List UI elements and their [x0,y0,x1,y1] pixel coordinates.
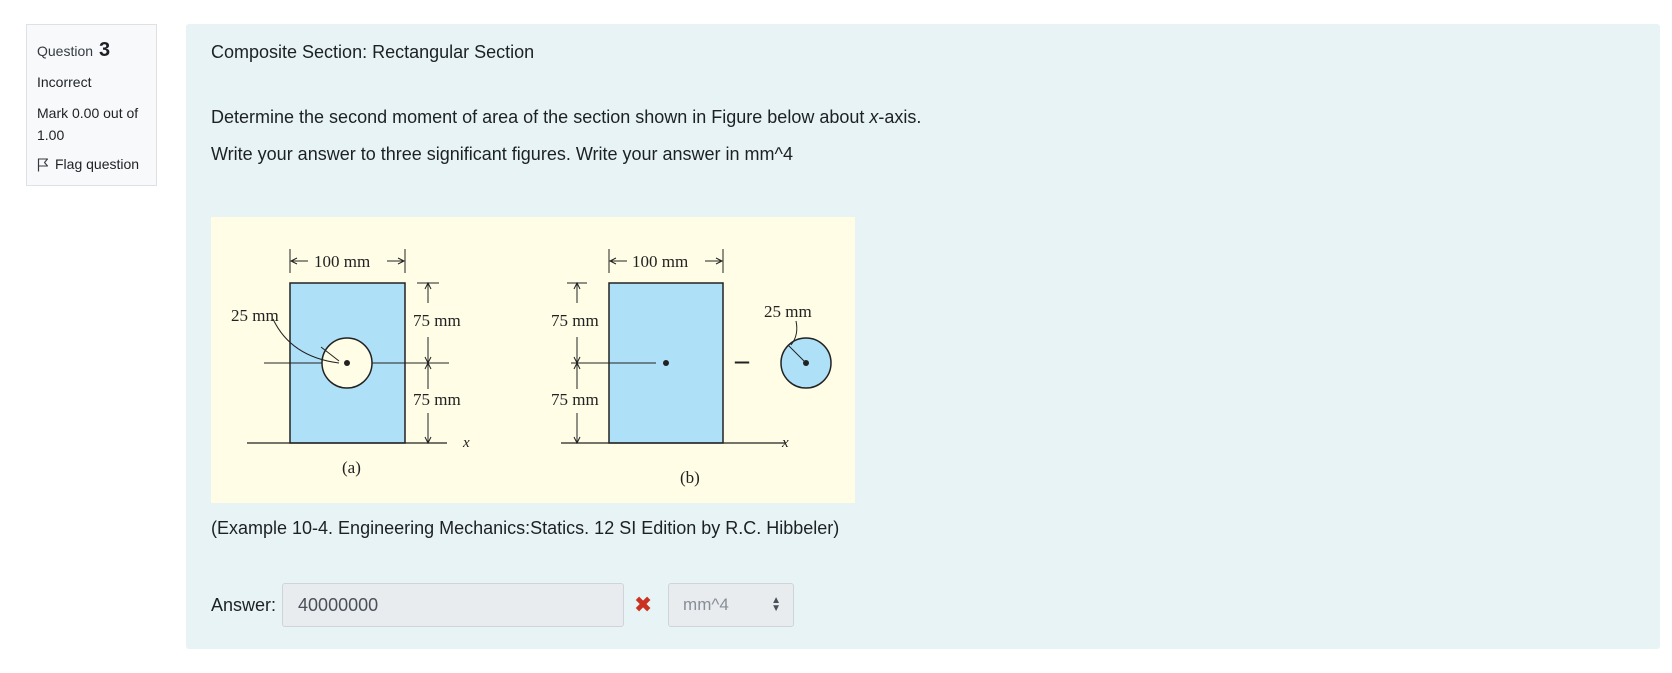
cross-icon: ✖ [633,592,653,617]
x-axis-label-b: x [781,435,789,451]
select-arrows-icon: ▲ ▼ [771,595,782,614]
unit-selected-value: mm^4 [683,595,729,614]
radius-dimension-b: 25 mm [764,302,812,321]
figure-b-label: (b) [680,468,700,487]
radius-dimension-a: 25 mm [231,306,279,325]
question-info-panel: Question 3 Incorrect Mark 0.00 out of 1.… [26,24,157,186]
minus-sign: – [734,345,750,376]
answer-input[interactable] [282,583,625,627]
previous-text-fragment [0,0,1672,8]
width-dimension-b: 100 mm [632,252,688,271]
flag-question-button[interactable]: Flag question [37,154,146,176]
question-text-2: Write your answer to three significant f… [211,144,793,164]
x-axis-label-a: x [462,435,470,451]
question-number: Question 3 [37,35,146,66]
figure-a-label: (a) [342,458,361,477]
flag-icon [37,157,49,172]
question-text-1-start: Determine the second moment of area of t… [211,107,870,127]
unit-select[interactable]: mm^4 ▲ ▼ [668,583,795,627]
upper-dimension-b: 75 mm [551,311,599,330]
width-dimension-a: 100 mm [314,252,370,271]
question-label: Question [37,43,94,59]
question-number-value: 3 [98,39,111,61]
answer-row: Answer: ✖ mm^4 ▲▼ [211,582,795,628]
upper-dimension-a: 75 mm [413,311,461,330]
question-text-1: Determine the second moment of area of t… [211,107,921,128]
lower-dimension-b: 75 mm [551,390,599,409]
section-figure: 100 mm 25 mm 75 mm 75 mm x (a) 100 mm 75… [211,217,855,503]
question-content: Composite Section: Rectangular Section D… [186,24,1660,649]
lower-dimension-a: 75 mm [413,390,461,409]
question-state: Incorrect [37,74,92,90]
question-title: Composite Section: Rectangular Section [211,42,535,62]
answer-label: Answer: [211,594,277,615]
question-grade: Mark 0.00 out of 1.00 [37,104,139,143]
question-text-1-end: -axis. [878,107,922,127]
figure-b: 100 mm 75 mm 75 mm – 25 mm x (b) [551,249,832,487]
figure-caption: (Example 10-4. Engineering Mechanics:Sta… [211,518,840,538]
flag-question-label: Flag question [55,155,140,172]
figure-a: 100 mm 25 mm 75 mm 75 mm x (a) [231,249,470,477]
